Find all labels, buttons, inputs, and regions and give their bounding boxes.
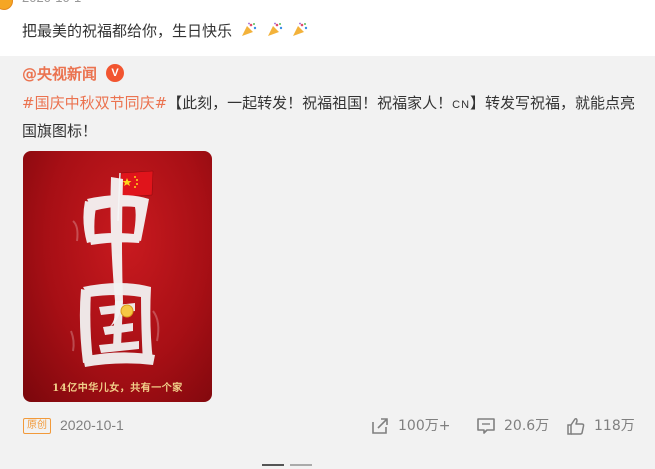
verified-badge-icon: V — [106, 64, 124, 82]
divider — [290, 464, 312, 466]
original-tag: 原创 — [23, 418, 51, 434]
like-button[interactable]: 118万 — [566, 414, 635, 438]
like-count: 118万 — [594, 418, 635, 434]
post-date[interactable]: 2020-10-1 — [60, 416, 124, 434]
poster-image[interactable]: 14亿中华儿女，共有一个家 — [23, 151, 212, 402]
repost-body: #国庆中秋双节同庆#【此刻，一起转发！祝福祖国！祝福家人！CN】转发写祝福，就能… — [22, 90, 642, 144]
repost-icon — [372, 418, 388, 434]
divider — [262, 464, 284, 466]
comment-area: 2020-10-1 把最美的祝福都给你，生日快乐 — [0, 0, 655, 60]
party-popper-icon — [292, 21, 309, 43]
comment-count: 20.6万 — [504, 418, 550, 434]
comment-text: 把最美的祝福都给你，生日快乐 — [22, 20, 309, 43]
comment-icon — [477, 418, 495, 434]
repost-count: 100万+ — [398, 418, 451, 434]
user-badge-icon — [0, 0, 13, 10]
party-popper-icon — [267, 21, 284, 43]
repost-text-part1: 【此刻，一起转发！祝福祖国！祝福家人！ — [167, 94, 453, 112]
comment-button[interactable]: 20.6万 — [476, 414, 549, 438]
hashtag-link[interactable]: #国庆中秋双节同庆# — [22, 94, 167, 112]
comment-date: 2020-10-1 — [22, 0, 81, 5]
repost-author-link[interactable]: @央视新闻 — [22, 64, 97, 84]
repost-button[interactable]: 100万+ — [370, 414, 450, 438]
gold-dot — [120, 304, 134, 318]
cn-flag-icon: CN — [452, 99, 471, 111]
party-popper-icon — [241, 21, 258, 43]
thumbs-up-icon — [567, 418, 585, 435]
poster-caption: 14亿中华儿女，共有一个家 — [52, 383, 183, 394]
comment-message: 把最美的祝福都给你，生日快乐 — [22, 22, 233, 40]
